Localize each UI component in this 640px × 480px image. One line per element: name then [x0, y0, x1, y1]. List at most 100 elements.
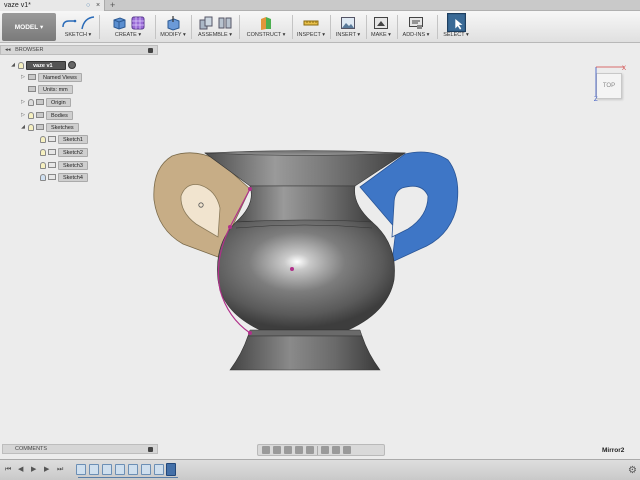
document-tab[interactable]: vaze v1* ○ ×: [0, 0, 105, 11]
joint-icon[interactable]: [217, 15, 233, 31]
expand-arrow-icon[interactable]: ▷: [20, 99, 26, 105]
comments-pin-icon[interactable]: [148, 447, 153, 452]
visibility-bulb-icon[interactable]: [40, 173, 46, 181]
sketch-icon: [48, 149, 56, 155]
units-icon: [28, 86, 36, 92]
visibility-bulb-icon[interactable]: [28, 98, 34, 106]
make-group[interactable]: MAKE ▾: [368, 13, 394, 41]
vase-body[interactable]: [217, 219, 395, 331]
timeline-feature-fillet[interactable]: [154, 464, 164, 475]
visibility-bulb-icon[interactable]: [40, 148, 46, 156]
timeline-feature-sketch[interactable]: [76, 464, 86, 475]
document-tab-title: vaze v1*: [4, 2, 31, 9]
form-icon[interactable]: [130, 15, 146, 31]
timeline-feature-extrude[interactable]: [115, 464, 125, 475]
orbit-icon[interactable]: [262, 446, 270, 454]
collapse-arrow-icon[interactable]: ◢: [20, 124, 26, 130]
comments-title: COMMENTS: [15, 446, 48, 452]
scripts-addins-icon[interactable]: [408, 15, 424, 31]
grid-snaps-icon[interactable]: [332, 446, 340, 454]
tree-item-sketch3[interactable]: Sketch3: [40, 160, 88, 170]
look-at-icon[interactable]: [273, 446, 281, 454]
toolbar: MODEL ▾ SKETCH ▾ CREATE ▾ MODIFY ▾ ASSEM…: [0, 11, 640, 43]
sketch-icon: [48, 136, 56, 142]
vase-base[interactable]: [229, 335, 381, 371]
new-tab-icon[interactable]: +: [110, 0, 115, 11]
tree-item-sketches[interactable]: ◢ Sketches: [20, 122, 79, 132]
timeline-settings-gear-icon[interactable]: ⚙: [628, 465, 637, 476]
tree-item-label: Named Views: [43, 74, 77, 81]
center-point[interactable]: [290, 267, 294, 271]
tree-item-sketch1[interactable]: Sketch1: [40, 134, 88, 144]
display-settings-icon[interactable]: [321, 446, 329, 454]
timeline-feature-revolve[interactable]: [89, 464, 99, 475]
go-to-end-icon[interactable]: ⏭: [57, 466, 65, 474]
addins-group[interactable]: ADD-INS ▾: [399, 13, 433, 41]
select-icon[interactable]: [446, 13, 466, 32]
insert-image-icon[interactable]: [340, 15, 356, 31]
tab-recover-icon[interactable]: ○: [86, 0, 90, 11]
construct-menu-label: CONSTRUCT ▾: [246, 32, 286, 38]
canvas-viewport[interactable]: TOP X Z: [0, 44, 640, 459]
arc-icon[interactable]: [80, 15, 96, 31]
assemble-group[interactable]: ASSEMBLE ▾: [194, 13, 236, 41]
visibility-bulb-icon[interactable]: [40, 135, 46, 143]
line-icon[interactable]: [61, 15, 77, 31]
zoom-icon[interactable]: [295, 446, 303, 454]
visibility-bulb-icon[interactable]: [18, 61, 24, 69]
measure-icon[interactable]: [303, 15, 319, 31]
tree-item-sketch2[interactable]: Sketch2: [40, 147, 88, 157]
collapse-browser-icon[interactable]: ◂◂: [5, 47, 11, 53]
sketch-icon: [48, 174, 56, 180]
visibility-bulb-icon[interactable]: [28, 111, 34, 119]
3d-print-icon[interactable]: [373, 15, 389, 31]
tree-item-root[interactable]: ◢ vaze v1: [10, 60, 76, 70]
tab-close-icon[interactable]: ×: [96, 0, 100, 11]
timeline-feature-mirror2[interactable]: [166, 463, 176, 476]
tree-item-bodies[interactable]: ▷ Bodies: [20, 110, 73, 120]
vase-model[interactable]: [0, 44, 640, 459]
tree-item-named-views[interactable]: ▷ Named Views: [20, 72, 82, 82]
timeline-feature-mirror[interactable]: [141, 464, 151, 475]
modify-group[interactable]: MODIFY ▾: [158, 13, 188, 41]
tree-item-root-label: vaze v1: [33, 62, 53, 69]
box-icon[interactable]: [111, 15, 127, 31]
sketch-menu-label: SKETCH ▾: [64, 32, 92, 38]
comments-panel-header[interactable]: COMMENTS: [2, 444, 158, 454]
vase-neck[interactable]: [235, 185, 373, 223]
construct-group[interactable]: CONSTRUCT ▾: [242, 13, 290, 41]
press-pull-icon[interactable]: [165, 15, 181, 31]
fit-icon[interactable]: [306, 446, 314, 454]
go-to-start-icon[interactable]: ⏮: [5, 466, 13, 474]
visibility-bulb-icon[interactable]: [40, 161, 46, 169]
workspace-label: MODEL: [14, 23, 39, 31]
select-group[interactable]: SELECT ▾: [440, 13, 472, 41]
new-component-icon[interactable]: [198, 15, 214, 31]
title-bar: vaze v1* ○ × +: [0, 0, 640, 11]
folder-icon: [36, 99, 44, 105]
step-forward-icon[interactable]: ▶: [44, 466, 52, 474]
tree-item-origin[interactable]: ▷ Origin: [20, 97, 71, 107]
tree-item-units[interactable]: Units: mm: [28, 84, 73, 94]
collapse-arrow-icon[interactable]: ◢: [10, 62, 16, 68]
expand-arrow-icon[interactable]: ▷: [20, 74, 26, 80]
timeline-feature-sketch[interactable]: [128, 464, 138, 475]
inspect-group[interactable]: INSPECT ▾: [295, 13, 327, 41]
viewports-icon[interactable]: [343, 446, 351, 454]
timeline-feature-sketch[interactable]: [102, 464, 112, 475]
tree-item-sketch4[interactable]: Sketch4: [40, 172, 88, 182]
activate-radio-icon[interactable]: [67, 61, 76, 69]
browser-panel-header[interactable]: ◂◂ BROWSER: [0, 45, 158, 55]
browser-pin-icon[interactable]: [148, 48, 153, 53]
create-group[interactable]: CREATE ▾: [104, 13, 152, 41]
select-menu-label: SELECT ▾: [443, 32, 469, 38]
pan-icon[interactable]: [284, 446, 292, 454]
insert-group[interactable]: INSERT ▾: [333, 13, 363, 41]
workspace-switcher[interactable]: MODEL ▾: [2, 13, 56, 41]
sketch-group[interactable]: SKETCH ▾: [60, 13, 96, 41]
expand-arrow-icon[interactable]: ▷: [20, 112, 26, 118]
visibility-bulb-icon[interactable]: [28, 123, 34, 131]
step-back-icon[interactable]: ◀: [18, 466, 26, 474]
offset-plane-icon[interactable]: [258, 15, 274, 31]
play-icon[interactable]: ▶: [31, 466, 39, 474]
